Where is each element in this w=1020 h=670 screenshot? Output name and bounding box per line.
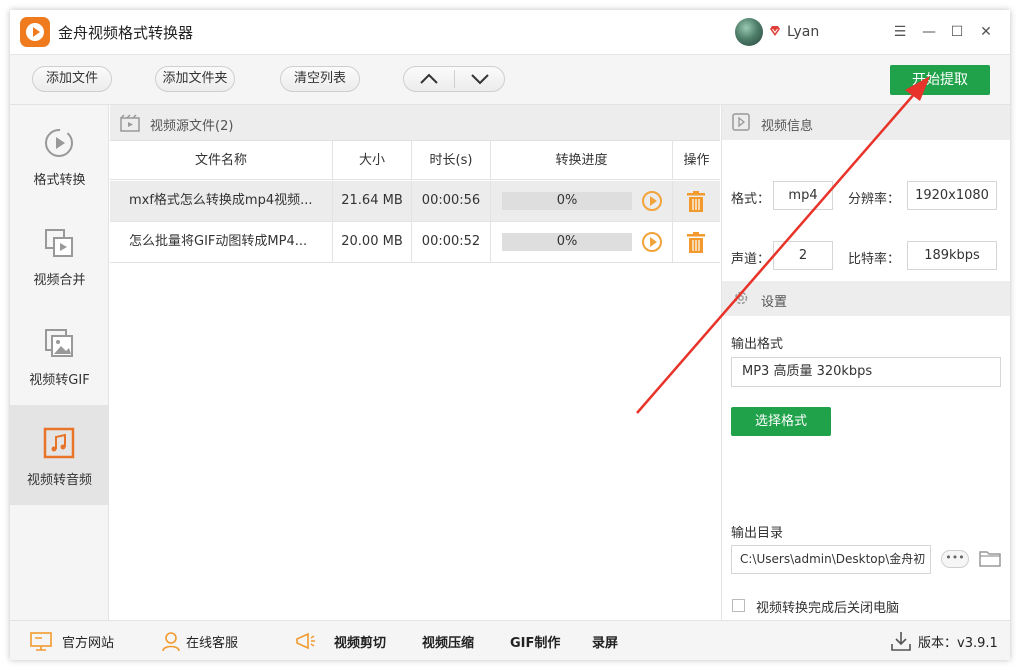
table-row[interactable]: mxf格式怎么转换成mp4视频... 21.64 MB 00:00:56 0% (110, 181, 720, 222)
sidebar-item-format-convert[interactable]: 格式转换 (10, 105, 109, 205)
title-bar: 金舟视频格式转换器 Lyan ☰ — ☐ ✕ (10, 10, 1010, 55)
output-dir-input[interactable]: C:\Users\admin\Desktop\金舟初 (731, 545, 931, 574)
file-size: 21.64 MB (333, 181, 412, 221)
channels-label: 声道： (731, 252, 771, 267)
column-header-size[interactable]: 大小 (333, 141, 412, 180)
merge-icon (45, 229, 73, 257)
monitor-icon (30, 632, 52, 651)
right-panel: 视频信息 格式： mp4 分辨率： 1920x1080 声道： 2 比特率： 1… (721, 105, 1010, 620)
support-link[interactable]: 在线客服 (186, 632, 238, 651)
app-window: 金舟视频格式转换器 Lyan ☰ — ☐ ✕ 添加文件 添加文件夹 清空列表 开… (10, 10, 1010, 660)
sidebar-item-video-merge[interactable]: 视频合并 (10, 205, 109, 305)
minimize-icon[interactable]: — (919, 22, 939, 42)
sidebar-item-label: 格式转换 (33, 173, 86, 188)
music-icon (43, 427, 75, 459)
chevron-down-icon (471, 74, 489, 85)
trash-icon[interactable] (686, 232, 706, 254)
sidebar-item-label: 视频合并 (33, 273, 86, 288)
file-list-title: 视频源文件(2) (150, 119, 234, 134)
add-file-button[interactable]: 添加文件 (32, 66, 112, 92)
browse-more-button[interactable]: ••• (941, 550, 969, 568)
video-cut-link[interactable]: 视频剪切 (334, 632, 386, 651)
settings-title: 设置 (761, 295, 788, 310)
video-file-icon (120, 114, 140, 132)
column-header-name[interactable]: 文件名称 (110, 141, 333, 180)
shutdown-checkbox[interactable] (732, 599, 745, 612)
toolbar: 添加文件 添加文件夹 清空列表 开始提取 (10, 55, 1010, 105)
version-text: 版本：v3.9.1 (918, 636, 998, 651)
file-duration: 00:00:52 (412, 222, 491, 262)
file-duration: 00:00:56 (412, 181, 491, 221)
output-format-label: 输出格式 (731, 337, 784, 352)
progress-bar: 0% (502, 233, 632, 251)
bitrate-label: 比特率： (848, 252, 901, 267)
file-list-header: 视频源文件(2) (110, 105, 720, 141)
settings-header: 设置 (722, 281, 1010, 316)
maximize-icon[interactable]: ☐ (947, 22, 967, 42)
output-format-field[interactable]: MP3 高质量 320kbps (731, 357, 1001, 387)
table-row[interactable]: 怎么批量将GIF动图转成MP4... 20.00 MB 00:00:52 0% (110, 222, 720, 263)
avatar[interactable] (735, 18, 763, 46)
video-info-icon (732, 113, 750, 131)
channels-value: 2 (773, 241, 833, 270)
website-link[interactable]: 官方网站 (62, 632, 114, 651)
support-icon (162, 632, 180, 652)
download-icon[interactable] (890, 630, 912, 652)
sidebar: 格式转换 视频合并 视频转GIF 视频转音频 (10, 105, 109, 620)
app-title: 金舟视频格式转换器 (58, 24, 194, 42)
gear-icon (734, 291, 748, 305)
column-header-action[interactable]: 操作 (673, 141, 720, 180)
sidebar-item-label: 视频转GIF (29, 373, 90, 388)
username[interactable]: Lyan (787, 24, 819, 40)
reorder-buttons (403, 66, 505, 92)
add-folder-button[interactable]: 添加文件夹 (155, 66, 235, 92)
resolution-label: 分辨率： (848, 192, 901, 207)
chevron-up-icon (420, 73, 438, 84)
move-down-button[interactable] (455, 67, 505, 91)
video-compress-link[interactable]: 视频压缩 (422, 632, 474, 651)
output-dir-label: 输出目录 (731, 526, 784, 541)
move-up-button[interactable] (404, 67, 454, 91)
format-value: mp4 (773, 181, 833, 210)
vip-badge-icon (770, 26, 780, 36)
bitrate-value: 189kbps (907, 241, 997, 270)
play-icon[interactable] (642, 232, 662, 252)
screen-record-link[interactable]: 录屏 (592, 632, 618, 651)
choose-format-button[interactable]: 选择格式 (731, 407, 831, 436)
sidebar-item-video-audio[interactable]: 视频转音频 (10, 405, 109, 505)
video-info-title: 视频信息 (761, 119, 814, 134)
start-extract-button[interactable]: 开始提取 (890, 65, 990, 95)
sidebar-item-video-gif[interactable]: 视频转GIF (10, 305, 109, 405)
bottom-bar: 官方网站 在线客服 视频剪切 视频压缩 GIF制作 录屏 版本：v3.9.1 (10, 620, 1010, 660)
close-icon[interactable]: ✕ (976, 22, 996, 42)
file-size: 20.00 MB (333, 222, 412, 262)
play-icon[interactable] (642, 191, 662, 211)
progress-bar: 0% (502, 192, 632, 210)
column-header-progress[interactable]: 转换进度 (491, 141, 673, 180)
convert-icon (45, 129, 73, 157)
file-list-panel: 视频源文件(2) 文件名称 大小 时长(s) 转换进度 操作 mxf格式怎么转换… (110, 105, 720, 620)
gif-make-link[interactable]: GIF制作 (510, 632, 560, 651)
folder-icon[interactable] (979, 549, 1001, 567)
file-name: 怎么批量将GIF动图转成MP4... (110, 222, 333, 262)
menu-icon[interactable]: ☰ (890, 22, 910, 42)
app-logo-icon (20, 17, 50, 47)
shutdown-label: 视频转换完成后关闭电脑 (756, 601, 900, 616)
file-name: mxf格式怎么转换成mp4视频... (110, 181, 333, 221)
gif-icon (45, 329, 73, 357)
megaphone-icon (296, 632, 315, 650)
format-label: 格式： (731, 192, 771, 207)
column-header-duration[interactable]: 时长(s) (412, 141, 491, 180)
sidebar-item-label: 视频转音频 (26, 473, 92, 488)
video-info-header: 视频信息 (722, 105, 1010, 140)
trash-icon[interactable] (686, 191, 706, 213)
resolution-value: 1920x1080 (907, 181, 997, 210)
clear-list-button[interactable]: 清空列表 (280, 66, 360, 92)
